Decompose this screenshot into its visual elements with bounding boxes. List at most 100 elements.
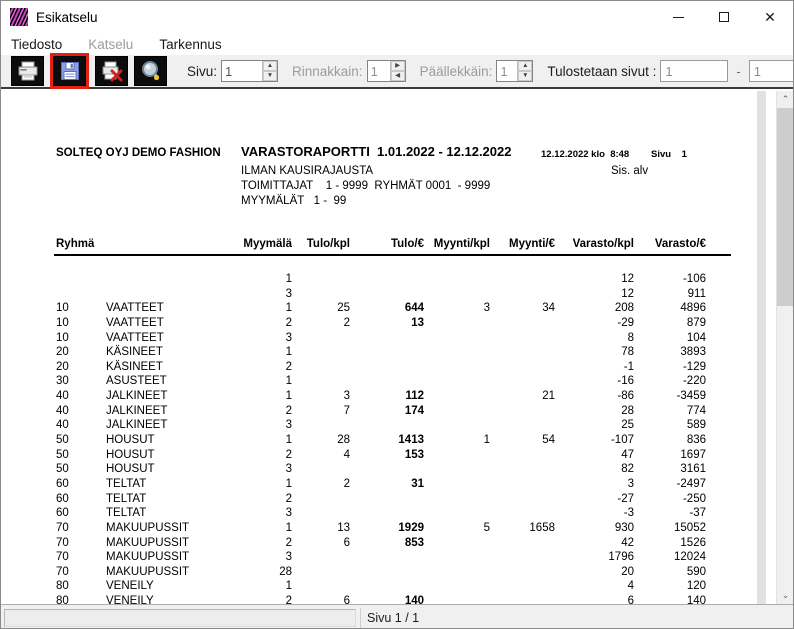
table-row: 70MAKUUPUSSIT3179612024 bbox=[1, 551, 757, 566]
printer-cancel-icon bbox=[100, 59, 124, 83]
overlap-input[interactable] bbox=[497, 61, 517, 81]
table-cell: 15052 bbox=[631, 522, 706, 534]
table-cell: 3 bbox=[425, 302, 490, 314]
table-cell: MAKUUPUSSIT bbox=[106, 566, 236, 578]
table-cell: 12 bbox=[559, 288, 634, 300]
cancel-print-button[interactable] bbox=[95, 56, 128, 86]
table-cell: 174 bbox=[359, 405, 424, 417]
table-row: 60TELTAT2-27-250 bbox=[1, 493, 757, 508]
minimize-icon bbox=[673, 17, 684, 18]
table-cell: 1 bbox=[242, 434, 292, 446]
page-edge-shadow bbox=[757, 91, 766, 604]
table-cell: 930 bbox=[559, 522, 634, 534]
close-icon: ✕ bbox=[764, 10, 776, 24]
page-up-icon[interactable]: ▲ bbox=[263, 61, 277, 71]
table-cell: 13 bbox=[295, 522, 350, 534]
status-panel bbox=[4, 609, 356, 627]
range-from-input[interactable] bbox=[660, 60, 728, 82]
table-cell: VAATTEET bbox=[106, 302, 236, 314]
scrollbar-thumb[interactable] bbox=[777, 108, 793, 306]
table-cell: HOUSUT bbox=[106, 434, 236, 446]
table-cell: 589 bbox=[631, 419, 706, 431]
menu-katselu[interactable]: Katselu bbox=[88, 37, 133, 52]
table-cell: 2 bbox=[242, 405, 292, 417]
table-cell: 12024 bbox=[631, 551, 706, 563]
scroll-down-icon[interactable]: ⌄ bbox=[777, 587, 793, 604]
print-range-label: Tulostetaan sivut : bbox=[547, 64, 656, 79]
table-cell: 2 bbox=[242, 449, 292, 461]
table-cell: ASUSTEET bbox=[106, 375, 236, 387]
table-cell: 78 bbox=[559, 346, 634, 358]
vertical-scrollbar[interactable]: ⌃ ⌄ bbox=[776, 91, 793, 604]
table-cell: KÄSINEET bbox=[106, 361, 236, 373]
table-cell: 1 bbox=[242, 390, 292, 402]
table-cell: -106 bbox=[631, 273, 706, 285]
status-separator bbox=[360, 608, 361, 628]
across-right-icon[interactable]: ▶ bbox=[391, 61, 405, 71]
zoom-button[interactable] bbox=[134, 56, 167, 86]
table-cell: 1 bbox=[242, 346, 292, 358]
table-cell: 34 bbox=[490, 302, 555, 314]
page-input[interactable] bbox=[222, 61, 262, 81]
across-input[interactable] bbox=[368, 61, 390, 81]
overlap-spinner: ▲ ▼ bbox=[496, 60, 533, 82]
table-row: 60TELTAT3-3-37 bbox=[1, 507, 757, 522]
table-cell: TELTAT bbox=[106, 507, 236, 519]
table-cell: VAATTEET bbox=[106, 332, 236, 344]
table-cell: 6 bbox=[295, 595, 350, 604]
titlebar[interactable]: Esikatselu ✕ bbox=[1, 1, 793, 33]
table-cell: -129 bbox=[631, 361, 706, 373]
table-cell: 140 bbox=[631, 595, 706, 604]
maximize-button[interactable] bbox=[701, 1, 747, 33]
table-cell: HOUSUT bbox=[106, 449, 236, 461]
page-down-icon[interactable]: ▼ bbox=[263, 71, 277, 81]
report-title: VARASTORAPORTTI 1.01.2022 - 12.12.2022 bbox=[241, 144, 511, 159]
table-cell: -3 bbox=[559, 507, 634, 519]
across-left-icon[interactable]: ◀ bbox=[391, 71, 405, 81]
table-cell: -107 bbox=[559, 434, 634, 446]
table-cell: VENEILY bbox=[106, 580, 236, 592]
table-cell: 3 bbox=[242, 332, 292, 344]
minimize-button[interactable] bbox=[655, 1, 701, 33]
table-cell: 28 bbox=[242, 566, 292, 578]
table-cell: JALKINEET bbox=[106, 419, 236, 431]
close-button[interactable]: ✕ bbox=[747, 1, 793, 33]
table-row: 30ASUSTEET1-16-220 bbox=[1, 375, 757, 390]
table-cell: 82 bbox=[559, 463, 634, 475]
table-cell: -220 bbox=[631, 375, 706, 387]
save-button[interactable] bbox=[53, 56, 86, 86]
col-header-myynti-kpl: Myynti/kpl bbox=[425, 238, 490, 250]
table-cell: 1 bbox=[242, 522, 292, 534]
table-cell: 3 bbox=[242, 463, 292, 475]
table-cell: 1697 bbox=[631, 449, 706, 461]
overlap-up-icon[interactable]: ▲ bbox=[518, 61, 532, 71]
menu-tiedosto[interactable]: Tiedosto bbox=[11, 37, 62, 52]
table-cell: 590 bbox=[631, 566, 706, 578]
print-button[interactable] bbox=[11, 56, 44, 86]
overlap-down-icon[interactable]: ▼ bbox=[518, 71, 532, 81]
table-cell: 153 bbox=[359, 449, 424, 461]
report-page-number: Sivu 1 bbox=[651, 149, 687, 160]
table-cell: 1 bbox=[242, 273, 292, 285]
scroll-up-icon[interactable]: ⌃ bbox=[777, 91, 793, 108]
table-cell: 1 bbox=[242, 478, 292, 490]
range-dash: - bbox=[736, 64, 740, 79]
menubar: Tiedosto Katselu Tarkennus bbox=[1, 33, 793, 55]
range-to-input[interactable] bbox=[749, 60, 794, 82]
table-cell: 3 bbox=[559, 478, 634, 490]
report-subtitle-stores: MYYMÄLÄT 1 - 99 bbox=[241, 195, 346, 207]
table-cell: -3459 bbox=[631, 390, 706, 402]
col-header-myynti-eur: Myynti/€ bbox=[490, 238, 555, 250]
table-cell: 2 bbox=[242, 537, 292, 549]
table-cell: 853 bbox=[359, 537, 424, 549]
table-cell: 3161 bbox=[631, 463, 706, 475]
col-header-tulo-eur: Tulo/€ bbox=[359, 238, 424, 250]
table-row: 20KÄSINEET2-1-129 bbox=[1, 361, 757, 376]
col-header-ryhma: Ryhmä bbox=[56, 238, 116, 250]
across-spinner-label: Rinnakkain: bbox=[292, 64, 363, 79]
status-page-text: Sivu 1 / 1 bbox=[367, 611, 419, 625]
report-vat-note: Sis. alv bbox=[611, 165, 648, 177]
menu-tarkennus[interactable]: Tarkennus bbox=[159, 37, 221, 52]
table-cell: 1526 bbox=[631, 537, 706, 549]
table-cell: 3893 bbox=[631, 346, 706, 358]
